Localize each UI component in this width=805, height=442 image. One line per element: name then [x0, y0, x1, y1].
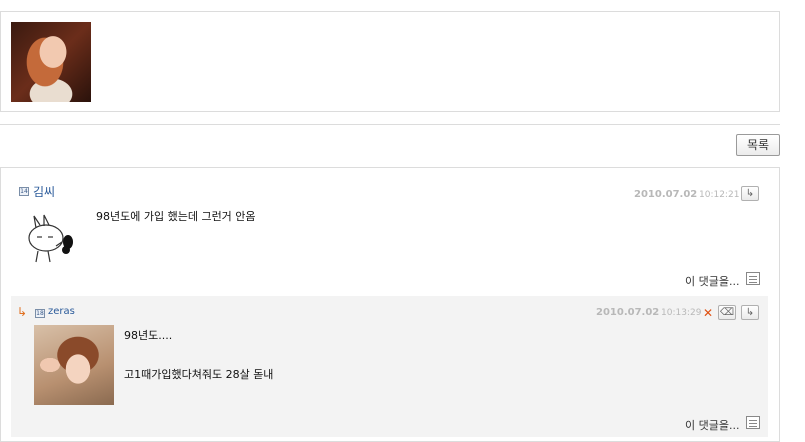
user-avatar-photo [34, 325, 114, 405]
post-photo [11, 22, 91, 102]
comment-author[interactable]: 김씨 [33, 183, 55, 200]
comment-author[interactable]: zeras [48, 306, 75, 317]
reply-button[interactable]: ↳ [741, 186, 759, 201]
member-level-icon: 14 [19, 187, 29, 196]
list-button[interactable]: 목록 [736, 134, 780, 156]
this-comment-menu[interactable]: 이 댓글을... [685, 417, 739, 433]
reply-button[interactable]: ↳ [741, 305, 759, 320]
this-comment-menu[interactable]: 이 댓글을... [685, 273, 739, 289]
comment-time: 10:12:21 [699, 190, 740, 200]
cartoon-avatar [28, 214, 73, 263]
comment-date: 2010.07.02 [634, 189, 698, 200]
divider [0, 124, 780, 125]
comment-text: 98년도에 가입 했는데 그런거 안옴 [96, 210, 256, 223]
document-icon[interactable] [746, 272, 760, 285]
comment-time: 10:13:29 [661, 308, 702, 318]
delete-icon[interactable]: ✕ [703, 306, 713, 320]
comment-text-line: 98년도.... [124, 329, 173, 342]
comment-text-line: 고1때가입했다쳐줘도 28살 돋내 [124, 368, 274, 381]
comment-date: 2010.07.02 [596, 307, 660, 318]
document-icon[interactable] [746, 416, 760, 429]
post-content-box [0, 11, 780, 112]
reply-arrow-icon: ↳ [17, 305, 28, 319]
member-level-icon: 18 [35, 309, 45, 318]
edit-button[interactable]: ⌫ [718, 305, 736, 320]
